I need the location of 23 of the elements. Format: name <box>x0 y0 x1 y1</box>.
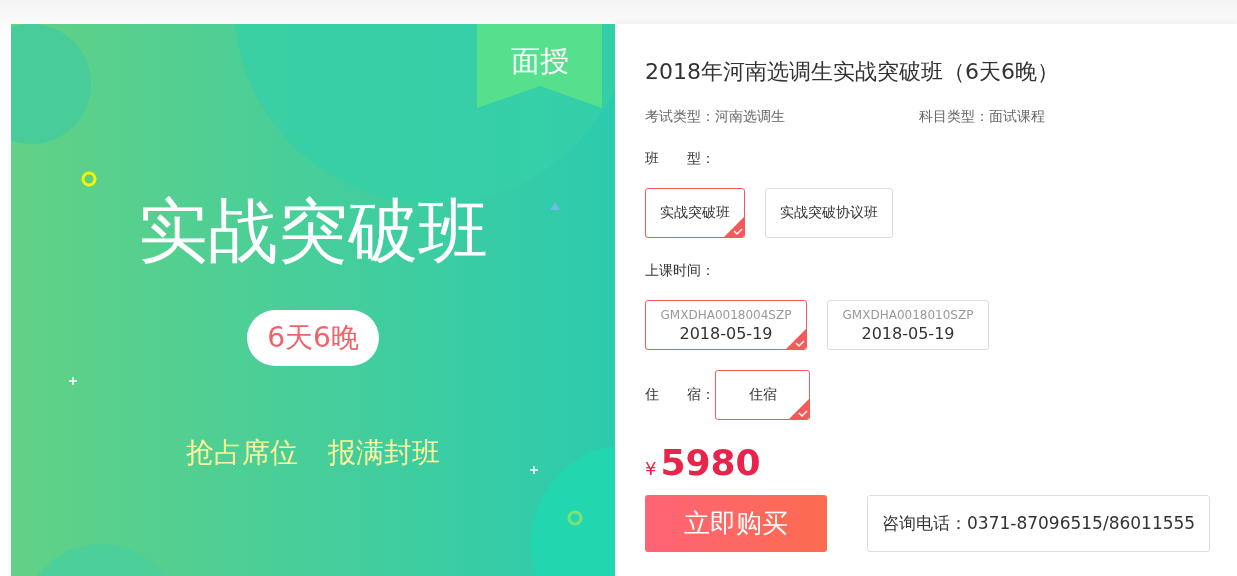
currency-symbol: ¥ <box>645 458 657 479</box>
class-date: 2018-05-19 <box>861 323 955 343</box>
lodging-option[interactable]: 住宿 <box>715 370 810 420</box>
class-option[interactable]: 实战突破协议班 <box>765 188 893 238</box>
hotline-info: 咨询电话：0371-87096515/86011555 <box>867 495 1211 552</box>
banner-title: 实战突破班 <box>138 196 488 266</box>
class-date: 2018-05-19 <box>679 323 773 343</box>
field-label: 班 型： <box>645 150 715 166</box>
class-option[interactable]: 实战突破班 <box>645 188 745 238</box>
class-code: GMXDHA0018010SZP <box>842 307 974 322</box>
slogan: 抢占席位 <box>186 435 298 471</box>
field-label: 住 宿： <box>645 386 715 404</box>
ribbon-label: 面授 <box>509 43 570 80</box>
slogan: 报满封班 <box>328 435 440 471</box>
meta-info: 科目类型：面试课程 <box>919 108 1046 126</box>
field-label: 上课时间： <box>645 262 715 278</box>
schedule-option[interactable]: GMXDHA0018010SZP 2018-05-19 <box>827 300 989 350</box>
schedule-option[interactable]: GMXDHA0018004SZP 2018-05-19 <box>645 300 807 350</box>
price: 5980 <box>660 442 761 483</box>
meta-info: 考试类型：河南选调生 <box>645 108 786 126</box>
duration-badge: 6天6晚 <box>247 310 379 366</box>
product-title: 2018年河南选调生实战突破班（6天6晚） <box>645 58 1060 86</box>
class-code: GMXDHA0018004SZP <box>660 307 792 322</box>
